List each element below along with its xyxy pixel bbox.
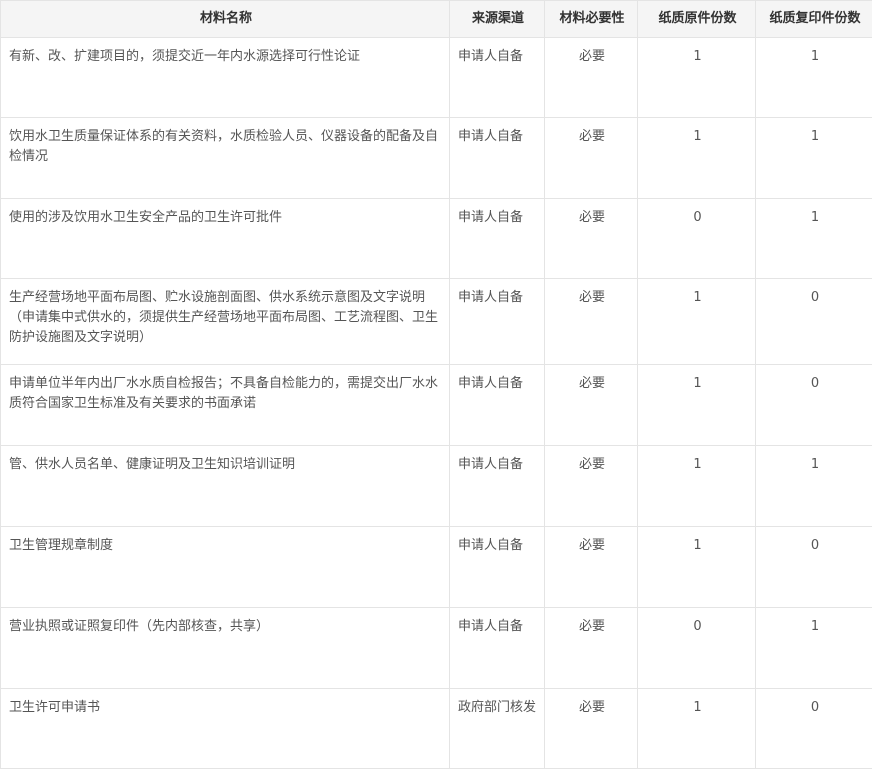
cell-necessity: 必要 bbox=[545, 689, 638, 769]
cell-original-count: 1 bbox=[638, 118, 756, 199]
cell-source-channel: 申请人自备 bbox=[450, 118, 545, 199]
cell-material-name: 卫生许可申请书 bbox=[1, 689, 450, 769]
cell-original-count: 0 bbox=[638, 608, 756, 689]
cell-source-channel: 申请人自备 bbox=[450, 527, 545, 608]
cell-photocopy-count: 1 bbox=[756, 446, 872, 527]
cell-necessity: 必要 bbox=[545, 38, 638, 118]
table-header-row: 材料名称 来源渠道 材料必要性 纸质原件份数 纸质复印件份数 bbox=[1, 1, 872, 38]
cell-photocopy-count: 1 bbox=[756, 608, 872, 689]
table-row: 有新、改、扩建项目的，须提交近一年内水源选择可行性论证 申请人自备 必要 1 1 bbox=[1, 38, 872, 118]
table-row: 使用的涉及饮用水卫生安全产品的卫生许可批件 申请人自备 必要 0 1 bbox=[1, 199, 872, 279]
cell-necessity: 必要 bbox=[545, 118, 638, 199]
cell-photocopy-count: 0 bbox=[756, 689, 872, 769]
cell-source-channel: 申请人自备 bbox=[450, 38, 545, 118]
table-row: 管、供水人员名单、健康证明及卫生知识培训证明 申请人自备 必要 1 1 bbox=[1, 446, 872, 527]
cell-material-name: 有新、改、扩建项目的，须提交近一年内水源选择可行性论证 bbox=[1, 38, 450, 118]
header-necessity: 材料必要性 bbox=[545, 1, 638, 38]
cell-original-count: 1 bbox=[638, 279, 756, 365]
cell-material-name: 卫生管理规章制度 bbox=[1, 527, 450, 608]
cell-photocopy-count: 0 bbox=[756, 279, 872, 365]
cell-material-name: 饮用水卫生质量保证体系的有关资料，水质检验人员、仪器设备的配备及自检情况 bbox=[1, 118, 450, 199]
cell-photocopy-count: 1 bbox=[756, 118, 872, 199]
cell-source-channel: 申请人自备 bbox=[450, 365, 545, 446]
cell-photocopy-count: 1 bbox=[756, 199, 872, 279]
cell-original-count: 1 bbox=[638, 365, 756, 446]
cell-necessity: 必要 bbox=[545, 199, 638, 279]
cell-necessity: 必要 bbox=[545, 446, 638, 527]
cell-necessity: 必要 bbox=[545, 279, 638, 365]
table-row: 生产经营场地平面布局图、贮水设施剖面图、供水系统示意图及文字说明（申请集中式供水… bbox=[1, 279, 872, 365]
header-material-name: 材料名称 bbox=[1, 1, 450, 38]
table-row: 饮用水卫生质量保证体系的有关资料，水质检验人员、仪器设备的配备及自检情况 申请人… bbox=[1, 118, 872, 199]
cell-necessity: 必要 bbox=[545, 608, 638, 689]
cell-original-count: 1 bbox=[638, 689, 756, 769]
cell-material-name: 生产经营场地平面布局图、贮水设施剖面图、供水系统示意图及文字说明（申请集中式供水… bbox=[1, 279, 450, 365]
cell-source-channel: 申请人自备 bbox=[450, 279, 545, 365]
table-row: 营业执照或证照复印件（先内部核查，共享） 申请人自备 必要 0 1 bbox=[1, 608, 872, 689]
cell-source-channel: 政府部门核发 bbox=[450, 689, 545, 769]
cell-material-name: 营业执照或证照复印件（先内部核查，共享） bbox=[1, 608, 450, 689]
header-original-copies: 纸质原件份数 bbox=[638, 1, 756, 38]
cell-photocopy-count: 0 bbox=[756, 527, 872, 608]
cell-photocopy-count: 0 bbox=[756, 365, 872, 446]
table-row: 申请单位半年内出厂水水质自检报告；不具备自检能力的，需提交出厂水水质符合国家卫生… bbox=[1, 365, 872, 446]
cell-original-count: 1 bbox=[638, 446, 756, 527]
cell-source-channel: 申请人自备 bbox=[450, 446, 545, 527]
cell-material-name: 申请单位半年内出厂水水质自检报告；不具备自检能力的，需提交出厂水水质符合国家卫生… bbox=[1, 365, 450, 446]
cell-necessity: 必要 bbox=[545, 527, 638, 608]
cell-original-count: 1 bbox=[638, 38, 756, 118]
cell-original-count: 1 bbox=[638, 527, 756, 608]
header-photocopy-copies: 纸质复印件份数 bbox=[756, 1, 872, 38]
cell-original-count: 0 bbox=[638, 199, 756, 279]
cell-material-name: 使用的涉及饮用水卫生安全产品的卫生许可批件 bbox=[1, 199, 450, 279]
materials-table: 材料名称 来源渠道 材料必要性 纸质原件份数 纸质复印件份数 有新、改、扩建项目… bbox=[0, 0, 872, 769]
cell-necessity: 必要 bbox=[545, 365, 638, 446]
cell-source-channel: 申请人自备 bbox=[450, 199, 545, 279]
cell-source-channel: 申请人自备 bbox=[450, 608, 545, 689]
header-source-channel: 来源渠道 bbox=[450, 1, 545, 38]
table-row: 卫生管理规章制度 申请人自备 必要 1 0 bbox=[1, 527, 872, 608]
cell-photocopy-count: 1 bbox=[756, 38, 872, 118]
table-row: 卫生许可申请书 政府部门核发 必要 1 0 bbox=[1, 689, 872, 769]
cell-material-name: 管、供水人员名单、健康证明及卫生知识培训证明 bbox=[1, 446, 450, 527]
